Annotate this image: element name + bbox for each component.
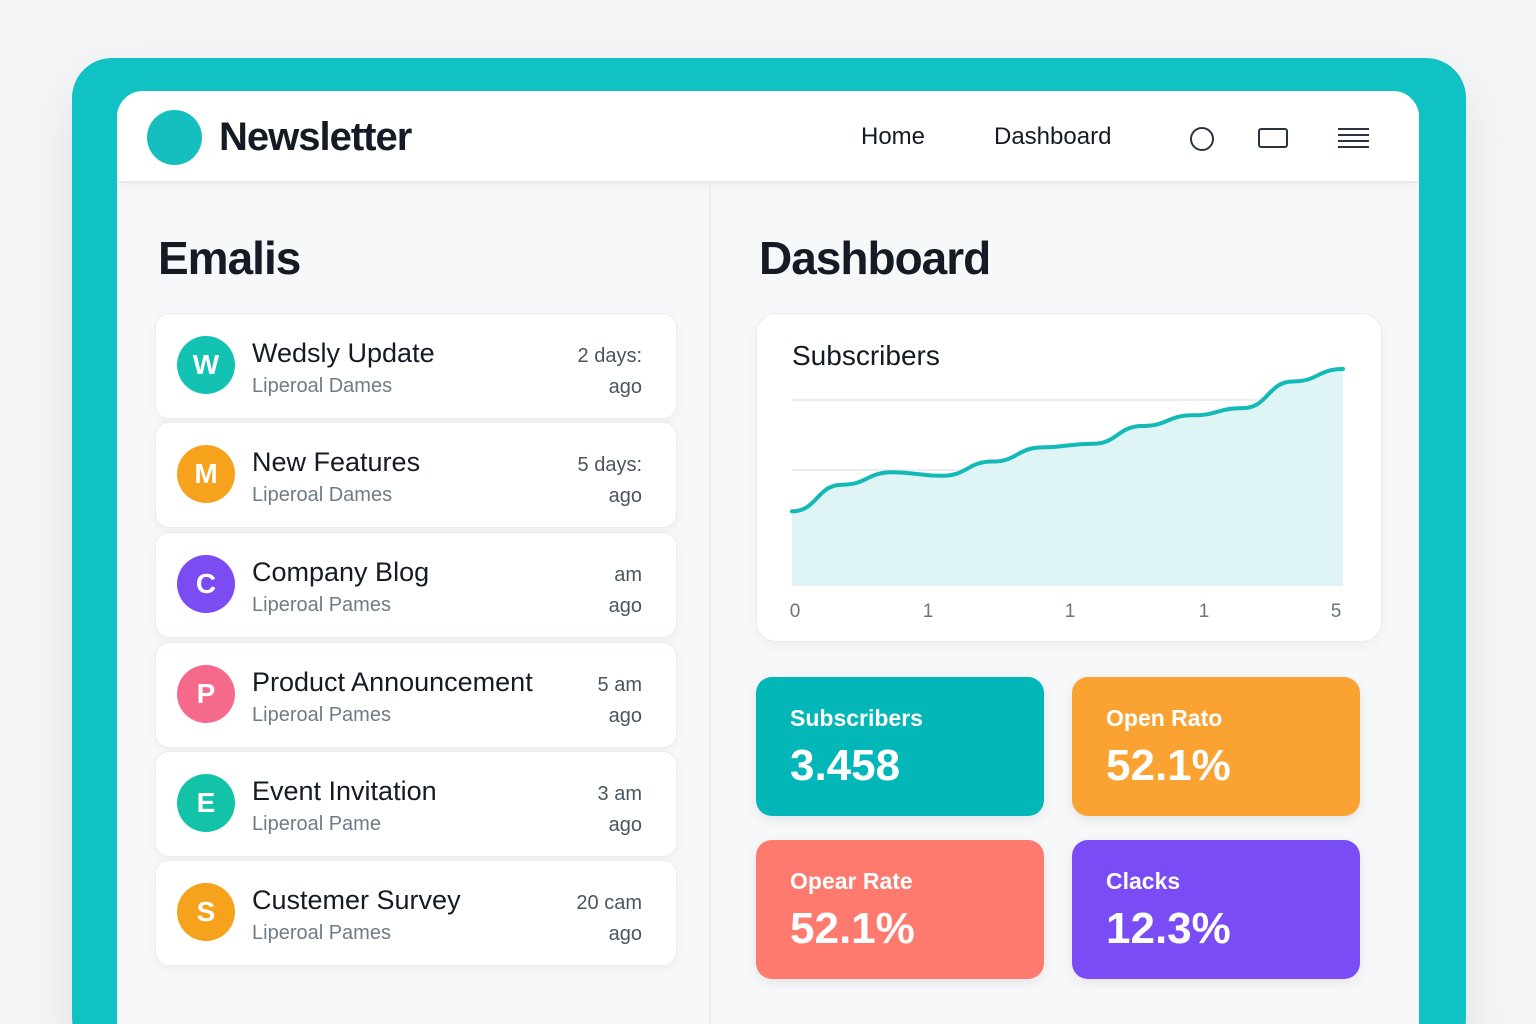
email-subject: New Features [252,447,421,477]
x-tick-label: 5 [1331,601,1342,622]
stat-value: 52.1% [790,904,915,953]
clicks-stat[interactable]: Clacks 12.3% [1072,840,1360,979]
emails-title: Emalis [158,232,301,284]
nav-home-link[interactable]: Home [861,123,925,151]
email-time: 20 cam [576,892,642,914]
email-time-suffix: ago [608,923,642,945]
email-sender: Liperoal Dames [252,484,393,506]
email-subject: Product Announcement [252,667,533,697]
stat-value: 52.1% [1106,741,1231,790]
email-item[interactable]: M New Features Liperoal Dames 5 days: ago [155,422,677,528]
brand-name: Newsletter [219,115,412,159]
stat-value: 12.3% [1106,904,1231,953]
email-time: am [614,564,642,586]
x-tick-label: 1 [1199,601,1210,622]
email-sender: Liperoal Dames [252,375,393,397]
email-sender: Liperoal Pames [252,704,391,726]
subscribers-chart-card: Subscribers 01115 [756,313,1382,642]
app-window: Newsletter Home Dashboard Emalis Dashboa… [117,91,1419,1024]
stat-label: Clacks [1106,868,1181,894]
email-subject: Wedsly Update [252,338,435,368]
email-sender: Liperoal Pames [252,922,391,944]
email-subject: Event Invitation [252,776,437,806]
x-tick-label: 1 [923,601,934,622]
opear-rate-stat[interactable]: Opear Rate 52.1% [756,840,1044,979]
email-time-suffix: ago [608,705,642,727]
stat-label: Subscribers [790,705,923,731]
avatar: E [177,774,235,832]
nav-dashboard-link[interactable]: Dashboard [994,123,1111,151]
top-bar: Newsletter Home Dashboard [117,91,1419,183]
stat-label: Opear Rate [790,868,913,894]
subscribers-chart: 0 1 1 1 5 [790,367,1345,622]
email-time: 5 am [597,674,642,696]
open-rate-stat[interactable]: Open Rato 52.1% [1072,677,1360,816]
dashboard-title: Dashboard [759,232,991,284]
email-item[interactable]: S Custemer Survey Liperoal Pames 20 cam ago [155,860,677,966]
email-subject: Company Blog [252,557,430,587]
email-time: 5 days: [577,454,642,476]
x-tick-label: 1 [1065,601,1076,622]
email-sender: Liperoal Pame [252,813,381,835]
email-time-suffix: ago [608,485,642,507]
email-time: 3 am [597,783,642,805]
email-time: 2 days: [577,345,642,367]
avatar: P [177,665,235,723]
email-time-suffix: ago [608,595,642,617]
window-icon[interactable] [1258,128,1288,148]
email-item[interactable]: C Company Blog Liperoal Pames am ago [155,532,677,638]
x-tick-label: 0 [790,601,801,622]
column-divider [709,185,711,1024]
search-icon[interactable] [1190,127,1214,151]
email-item[interactable]: P Product Announcement Liperoal Pames 5 am a… [155,642,677,748]
email-item[interactable]: E Event Invitation Liperoal Pame 3 am ago [155,751,677,857]
avatar: C [177,555,235,613]
avatar: S [177,883,235,941]
email-time-suffix: ago [608,376,642,398]
subscribers-stat[interactable]: Subscribers 3.458 [756,677,1044,816]
avatar: W [177,336,235,394]
email-time-suffix: ago [608,814,642,836]
avatar: M [177,445,235,503]
stat-label: Open Rato [1106,705,1223,731]
email-subject: Custemer Survey [252,885,461,915]
menu-icon[interactable] [1338,128,1369,150]
logo-icon [147,110,202,165]
email-item[interactable]: W Wedsly Update Liperoal Dames 2 days: ago [155,313,677,419]
email-sender: Liperoal Pames [252,594,391,616]
stat-value: 3.458 [790,741,901,790]
